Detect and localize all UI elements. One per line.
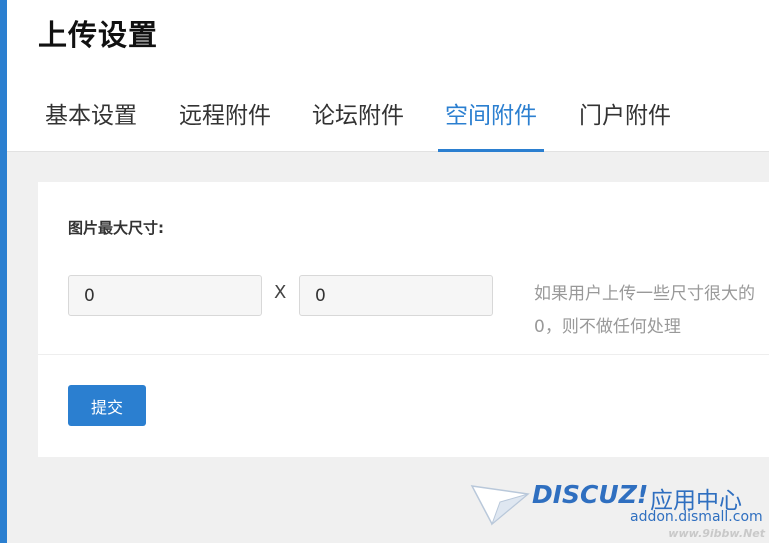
max-image-size-label: 图片最大尺寸: — [68, 219, 164, 237]
active-tab-underline — [438, 149, 544, 152]
watermark: DISCUZ! 应用中心 addon.dismall.com www.9ibbw… — [470, 478, 769, 543]
page-header: 上传设置 基本设置 远程附件 论坛附件 空间附件 门户附件 — [7, 0, 769, 152]
left-accent-bar — [0, 0, 7, 543]
tab-space-attachments[interactable]: 空间附件 — [438, 78, 544, 152]
tab-label: 远程附件 — [179, 103, 271, 129]
dimension-separator: X — [274, 282, 287, 303]
tab-label: 基本设置 — [45, 103, 137, 129]
tab-label: 空间附件 — [445, 103, 537, 129]
tab-basic-settings[interactable]: 基本设置 — [45, 78, 137, 152]
tab-remote-attachments[interactable]: 远程附件 — [179, 78, 271, 152]
submit-button[interactable]: 提交 — [68, 385, 146, 426]
field-hint-line1: 如果用户上传一些尺寸很大的 — [534, 284, 755, 304]
tab-portal-attachments[interactable]: 门户附件 — [579, 78, 671, 152]
max-height-input[interactable] — [299, 275, 493, 316]
settings-panel: 图片最大尺寸: X 如果用户上传一些尺寸很大的 0，则不做任何处理 提交 — [38, 182, 769, 457]
paper-plane-icon — [470, 485, 530, 526]
tab-label: 门户附件 — [579, 103, 671, 129]
field-hint-line2: 0，则不做任何处理 — [534, 317, 681, 337]
addon-url-text: addon.dismall.com — [630, 509, 763, 525]
divider — [38, 354, 769, 355]
site-watermark-text: www.9ibbw.Net — [668, 527, 765, 540]
max-width-input[interactable] — [68, 275, 262, 316]
tab-forum-attachments[interactable]: 论坛附件 — [312, 78, 404, 152]
tab-label: 论坛附件 — [312, 103, 404, 129]
discuz-logo: DISCUZ! — [532, 480, 649, 509]
page-title: 上传设置 — [38, 18, 159, 52]
